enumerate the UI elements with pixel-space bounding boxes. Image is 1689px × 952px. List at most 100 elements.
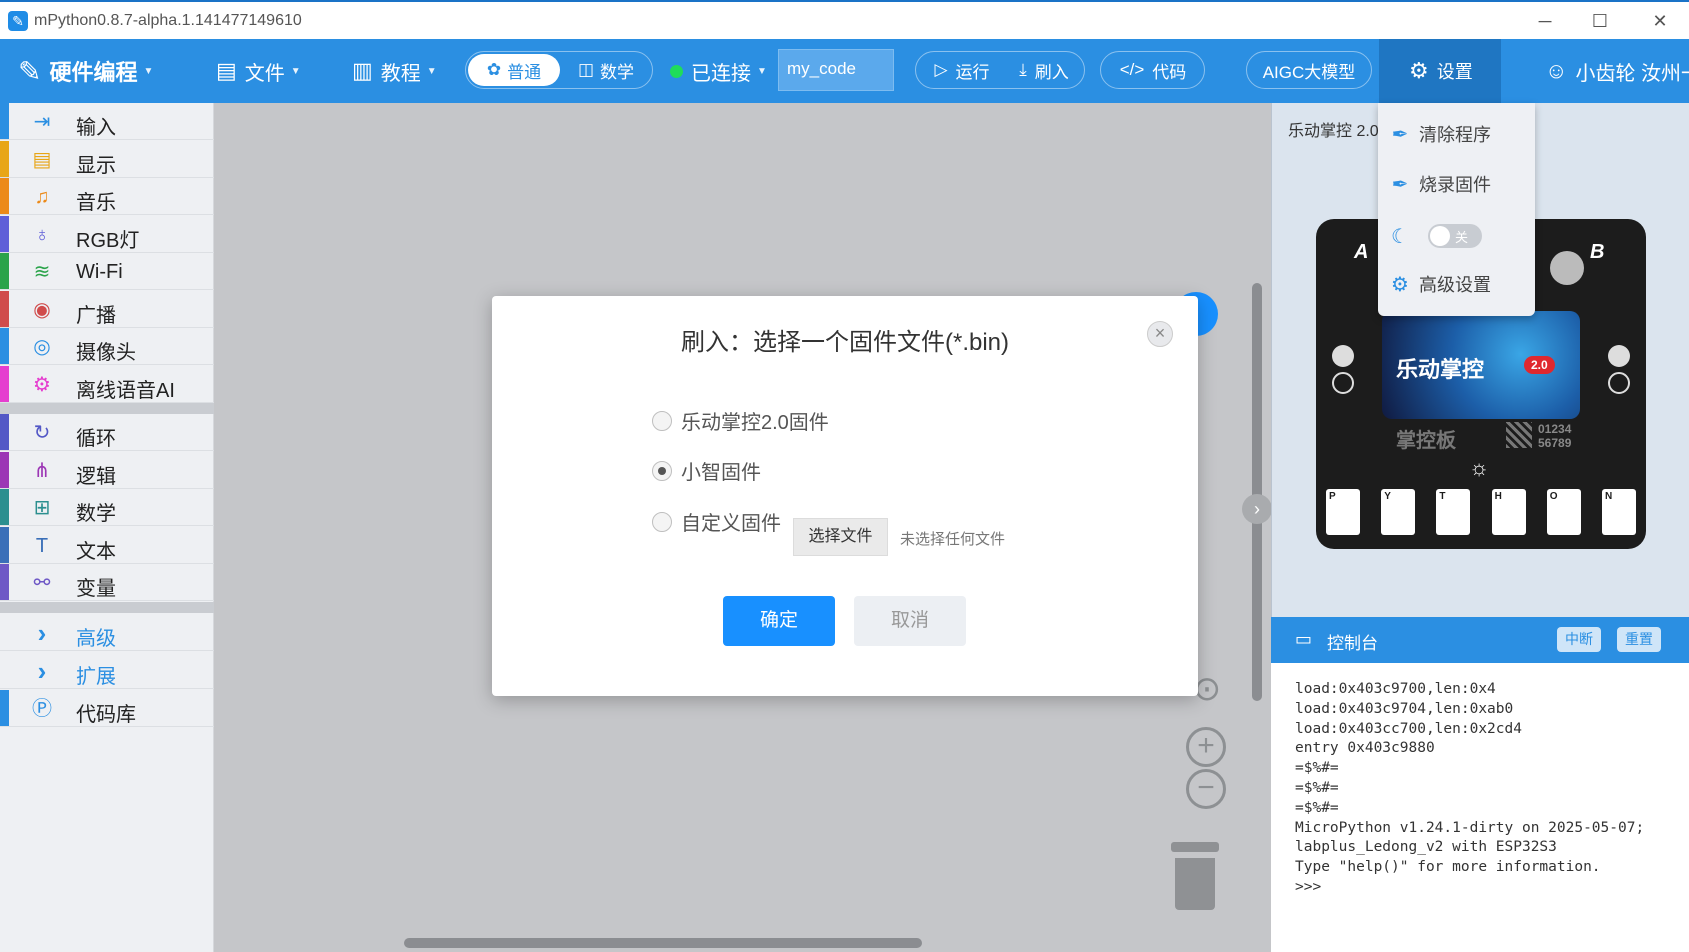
- sidebar-item-label: 扩展: [76, 666, 116, 688]
- code-view-button[interactable]: </> 代码: [1100, 51, 1205, 89]
- close-window-button[interactable]: ✕: [1645, 8, 1675, 34]
- zoom-in-icon[interactable]: +: [1186, 727, 1226, 767]
- mic-icon: [1332, 345, 1354, 367]
- category-color-stripe: [0, 489, 9, 525]
- settings-dropdown: ✒ 清除程序 ✒ 烧录固件 ☾ 关 ⚙ 高级设置: [1378, 103, 1535, 316]
- sidebar-item[interactable]: ◎ 摄像头: [0, 328, 214, 365]
- board-brand: 掌控板: [1396, 430, 1456, 452]
- cancel-button[interactable]: 取消: [854, 596, 966, 646]
- loop-icon: ↻: [33, 422, 51, 444]
- caret-down-icon: ▼: [426, 65, 437, 77]
- dark-mode-toggle[interactable]: 关: [1428, 224, 1482, 248]
- mode-switch: ✿ 普通 ◫ 数学: [465, 51, 653, 89]
- zoom-out-icon[interactable]: −: [1186, 769, 1226, 809]
- mode-math-label: 数学: [600, 62, 635, 82]
- tutorial-menu[interactable]: ▥ 教程 ▼: [352, 39, 437, 103]
- wrench-icon: ✒: [1391, 123, 1409, 146]
- user-menu[interactable]: ☺ 小齿轮 汝州一: [1545, 39, 1689, 103]
- radio-button[interactable]: [652, 460, 672, 481]
- maximize-button[interactable]: ☐: [1585, 8, 1615, 34]
- radio-button[interactable]: [652, 410, 672, 431]
- settings-button[interactable]: ⚙ 设置: [1379, 39, 1501, 103]
- file-menu[interactable]: ▤ 文件 ▼: [216, 39, 301, 103]
- workspace-vertical-scrollbar[interactable]: [1252, 283, 1262, 701]
- minimize-button[interactable]: ─: [1530, 8, 1560, 34]
- sidebar-item[interactable]: T 文本: [0, 526, 214, 564]
- sidebar-item[interactable]: Ⓟ 代码库: [0, 690, 214, 727]
- connection-status[interactable]: 已连接 ▼: [670, 39, 767, 103]
- run-flash-group: ▷ 运行 ⤓ 刷入: [915, 51, 1085, 89]
- sidebar-item[interactable]: ⊞ 数学: [0, 489, 214, 526]
- category-color-stripe: [0, 690, 9, 726]
- sidebar-item[interactable]: › 高级: [0, 614, 214, 651]
- pin-letter: Y: [1381, 489, 1416, 535]
- flash-button[interactable]: ⤓ 刷入: [1006, 54, 1082, 86]
- sidebar-item[interactable]: ♁ RGB灯: [0, 215, 214, 253]
- logic-icon: ⋔: [33, 459, 51, 482]
- clear-program-label: 清除程序: [1419, 125, 1491, 145]
- connected-dot-icon: [670, 64, 683, 78]
- project-name-input[interactable]: my_code: [778, 49, 894, 91]
- workspace-horizontal-scrollbar[interactable]: [404, 938, 922, 948]
- sidebar-item-label: 数学: [76, 503, 116, 525]
- dialog-close-button[interactable]: ×: [1147, 321, 1173, 347]
- mode-normal-label: 普通: [507, 62, 542, 82]
- sidebar-item[interactable]: ♫ 音乐: [0, 178, 214, 215]
- mode-normal-tab[interactable]: ✿ 普通: [468, 54, 560, 86]
- firmware-option[interactable]: 小智固件: [652, 456, 761, 485]
- sidebar-item-label: 输入: [76, 117, 116, 139]
- radio-button[interactable]: [652, 511, 672, 532]
- reset-button[interactable]: 重置: [1617, 627, 1661, 652]
- console-output[interactable]: load:0x403c9700,len:0x4 load:0x403c9704,l…: [1271, 663, 1689, 952]
- mode-math-tab[interactable]: ◫ 数学: [562, 54, 650, 86]
- sidebar-item[interactable]: ⚯ 变量: [0, 564, 214, 601]
- burn-firmware-item[interactable]: ✒ 烧录固件: [1390, 171, 1491, 197]
- board-serial-1: 01234: [1538, 422, 1572, 436]
- category-sidebar: ⇥ 输入 ▤ 显示 ♫ 音乐 ♁ RGB灯 ≋ Wi-Fi ◉ 广播 ◎ 摄像头 ⚙ 离线语音AI ↻ 循环 ⋔ 逻辑…: [0, 103, 214, 952]
- aigc-label: AIGC大模型: [1262, 62, 1356, 82]
- console-line: load:0x403c9704,len:0xab0: [1295, 700, 1514, 717]
- input-icon: ⇥: [33, 111, 51, 133]
- sidebar-item[interactable]: ≋ Wi-Fi: [0, 253, 214, 290]
- sidebar-item[interactable]: ↻ 循环: [0, 414, 214, 451]
- brand-logo-icon: ✎: [18, 55, 42, 87]
- board-screen-text: 乐动掌控: [1396, 357, 1485, 382]
- qr-code-icon: [1506, 422, 1532, 448]
- category-color-stripe: [0, 215, 9, 252]
- firmware-option[interactable]: 乐动掌控2.0固件: [652, 406, 829, 435]
- confirm-button[interactable]: 确定: [723, 596, 835, 646]
- choose-file-button[interactable]: 选择文件: [793, 518, 888, 556]
- button-a-label: A: [1354, 241, 1369, 263]
- device-title: 乐动掌控 2.0: [1288, 123, 1379, 140]
- sidebar-item-label: 变量: [76, 578, 116, 600]
- sidebar-item[interactable]: ⇥ 输入: [0, 103, 214, 140]
- sidebar-item[interactable]: ⚙ 离线语音AI: [0, 365, 214, 403]
- sidebar-item-label: 循环: [76, 428, 116, 450]
- sidebar-item[interactable]: › 扩展: [0, 652, 214, 689]
- interrupt-button[interactable]: 中断: [1557, 627, 1601, 652]
- advanced-settings-item[interactable]: ⚙ 高级设置: [1390, 271, 1491, 297]
- code-label: 代码: [1152, 62, 1187, 82]
- category-color-stripe: [0, 526, 9, 563]
- brand-menu[interactable]: ✎ 硬件编程 ▼: [18, 39, 153, 103]
- console-line: load:0x403c9700,len:0x4: [1295, 681, 1496, 697]
- category-color-stripe: [0, 328, 9, 364]
- run-label: 运行: [955, 62, 990, 82]
- download-icon: ⤓: [1019, 60, 1027, 79]
- pin-letter: H: [1491, 489, 1526, 535]
- voice-ai-icon: ⚙: [33, 373, 51, 396]
- run-button[interactable]: ▷ 运行: [924, 54, 1000, 86]
- clear-program-item[interactable]: ✒ 清除程序: [1390, 121, 1491, 147]
- sidebar-item[interactable]: ⋔ 逻辑: [0, 451, 214, 489]
- sidebar-item[interactable]: ◉ 广播: [0, 290, 214, 328]
- sidebar-item[interactable]: ▤ 显示: [0, 140, 214, 178]
- console-header: ▭ 控制台 中断 重置: [1271, 617, 1689, 663]
- firmware-option[interactable]: 自定义固件: [652, 507, 781, 536]
- category-color-stripe: [0, 564, 9, 600]
- trash-icon[interactable]: [1171, 842, 1219, 912]
- expand-panel-icon[interactable]: ›: [1242, 494, 1272, 524]
- chevron-right-icon: ›: [37, 618, 47, 648]
- aigc-button[interactable]: AIGC大模型: [1246, 51, 1372, 89]
- main-toolbar: ✎ 硬件编程 ▼ ▤ 文件 ▼ ▥ 教程 ▼ ✿ 普通 ◫ 数学 已连接 ▼ m…: [0, 39, 1689, 103]
- board-button-icon: [1550, 251, 1584, 285]
